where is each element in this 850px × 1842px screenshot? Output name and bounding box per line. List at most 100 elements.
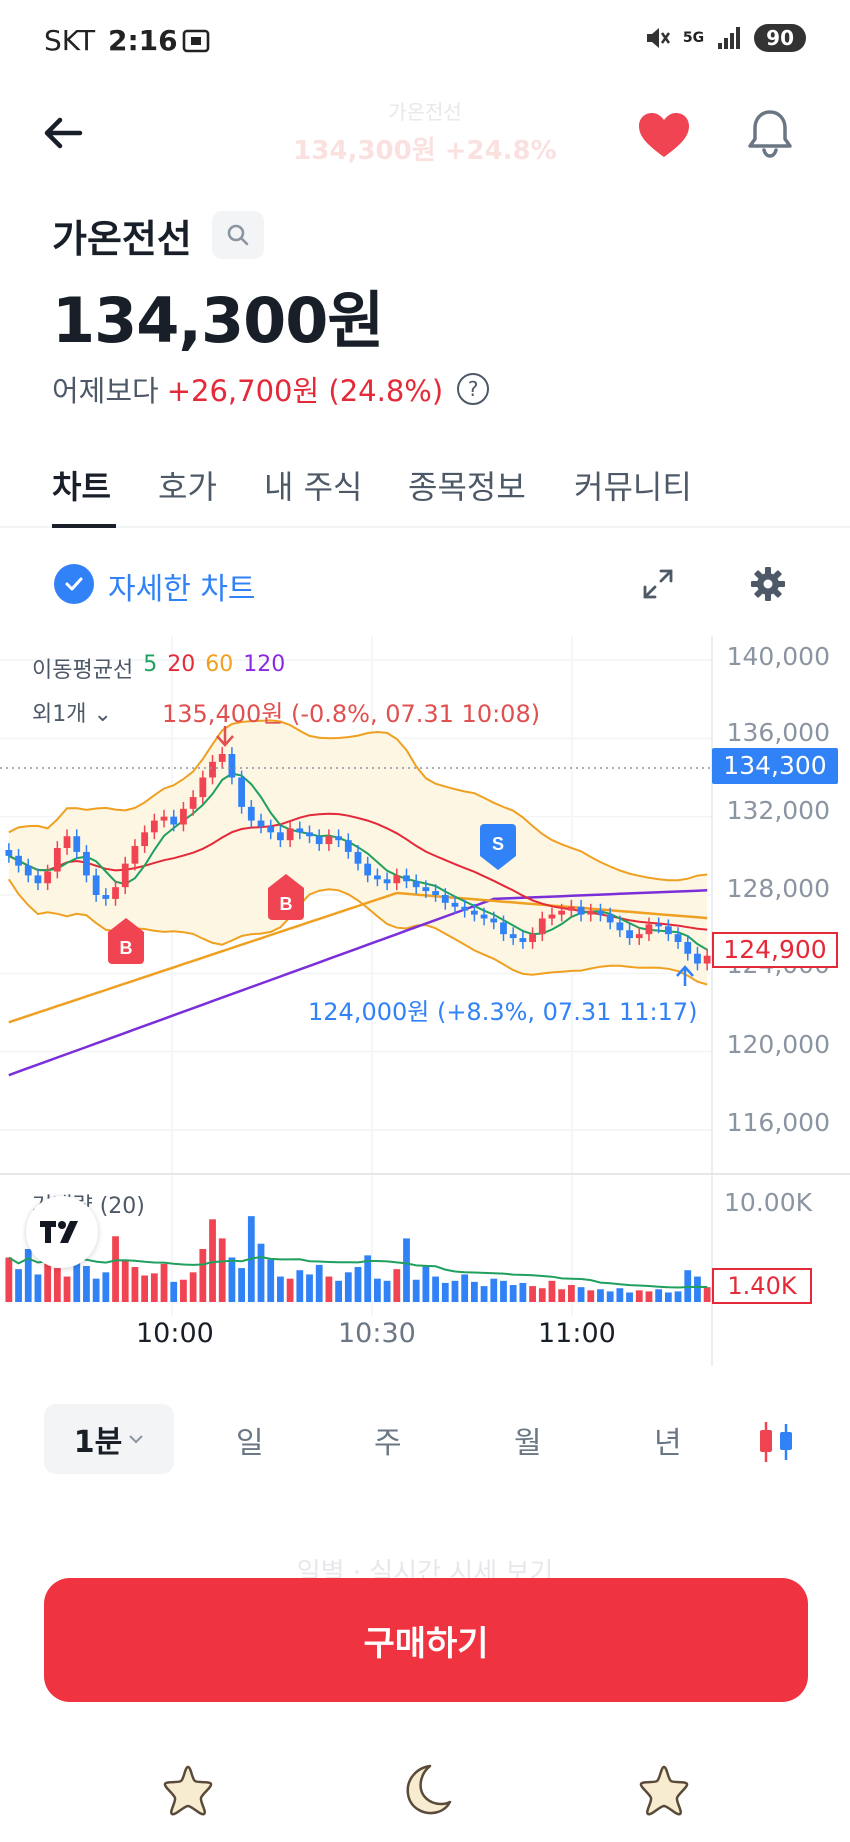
status-icons: 5G 90	[643, 24, 806, 52]
volume-bar	[645, 1291, 653, 1302]
detail-chart-label[interactable]: 자세한 차트	[108, 564, 256, 608]
candle-body	[63, 836, 71, 848]
x-tick-label: 10:00	[136, 1318, 214, 1349]
x-tick-label: 11:00	[538, 1318, 616, 1349]
volume-bar	[121, 1259, 129, 1302]
volume-bar	[141, 1275, 149, 1302]
stock-name: 가온전선	[52, 217, 192, 261]
candle-body	[160, 816, 168, 821]
price-change-row: 어제보다 +26,700원 (24.8%) ?	[52, 368, 490, 410]
moon-icon[interactable]	[396, 1762, 452, 1818]
period-year[interactable]: 년	[654, 1418, 682, 1462]
volume-bar	[548, 1280, 556, 1302]
volume-bar	[306, 1274, 313, 1302]
volume-bar	[24, 1249, 32, 1302]
candle-body	[247, 806, 255, 821]
buy-marker-label: B	[280, 894, 293, 914]
detail-chart-checkbox[interactable]	[54, 564, 94, 604]
last-price-tag: 124,900	[712, 932, 838, 968]
ma120-legend: 120	[243, 652, 286, 677]
indicator-more-dropdown[interactable]: 외1개 ⌄	[32, 696, 112, 728]
y-tick-label: 128,000	[726, 874, 830, 903]
star-icon[interactable]	[160, 1762, 216, 1818]
period-1min-dropdown[interactable]: 1분	[44, 1404, 174, 1474]
candle-body	[509, 934, 517, 939]
help-icon[interactable]: ?	[457, 373, 490, 405]
tab-chart[interactable]: 차트	[52, 462, 111, 508]
volume-bar	[92, 1278, 100, 1302]
volume-bar	[112, 1236, 119, 1302]
star-icon[interactable]	[636, 1762, 692, 1818]
volume-bar	[180, 1279, 187, 1302]
candle-body	[5, 849, 13, 856]
tradingview-logo[interactable]	[26, 1196, 98, 1268]
volume-bar	[15, 1269, 22, 1302]
candle-body	[335, 836, 342, 841]
stock-search-button[interactable]	[212, 211, 264, 259]
collapsed-title: 가온전선	[388, 100, 462, 124]
volume-bar	[558, 1289, 566, 1302]
stock-tabs: 차트 호가 내 주식 종목정보 커뮤니티	[0, 456, 850, 528]
tab-community[interactable]: 커뮤니티	[574, 462, 692, 508]
volume-bar	[432, 1276, 439, 1302]
volume-bar	[364, 1255, 372, 1302]
volume-bar	[131, 1267, 139, 1302]
period-month[interactable]: 월	[514, 1418, 542, 1462]
volume-bar	[606, 1291, 614, 1302]
volume-bar	[150, 1273, 158, 1302]
ma60-legend: 60	[205, 652, 234, 677]
volume-bar	[587, 1290, 595, 1302]
candle-body	[626, 930, 633, 939]
volume-bar	[218, 1238, 226, 1302]
tradingview-icon	[40, 1221, 78, 1243]
tab-my-stock[interactable]: 내 주식	[264, 462, 363, 508]
back-arrow-icon[interactable]	[38, 108, 88, 158]
status-bar: SKT 2:16 5G 90	[0, 0, 850, 80]
candle-body	[470, 910, 478, 915]
volume-bar	[296, 1270, 304, 1302]
volume-bar	[480, 1286, 488, 1302]
candle-body	[694, 953, 701, 964]
candle-body	[73, 836, 81, 852]
candle-body	[606, 914, 614, 923]
heart-icon[interactable]	[636, 108, 692, 164]
candle-body	[519, 938, 527, 942]
candle-body	[684, 942, 692, 954]
buy-button[interactable]: 구매하기	[44, 1578, 808, 1702]
volume-bar	[209, 1219, 216, 1302]
volume-bar	[703, 1287, 711, 1302]
candle-body	[538, 918, 546, 935]
volume-bar	[286, 1278, 294, 1302]
candle-body	[412, 881, 420, 888]
candle-body	[664, 926, 672, 935]
volume-bar	[567, 1285, 575, 1302]
candle-body	[529, 934, 536, 942]
candle-body	[635, 934, 643, 939]
volume-bar	[5, 1257, 13, 1302]
bell-icon[interactable]	[742, 106, 798, 162]
volume-bar	[238, 1268, 246, 1302]
ma-legend[interactable]: 이동평균선 5 20 60 120	[32, 652, 285, 684]
volume-bar	[529, 1286, 536, 1302]
volume-bar	[325, 1276, 333, 1302]
candle-body	[218, 754, 226, 762]
volume-bar	[451, 1280, 459, 1302]
tab-orderbook[interactable]: 호가	[158, 462, 217, 508]
tab-stock-info[interactable]: 종목정보	[408, 462, 526, 508]
candle-body	[121, 863, 129, 888]
period-week[interactable]: 주	[374, 1418, 402, 1462]
period-day[interactable]: 일	[236, 1418, 264, 1462]
collapsed-price: 134,300원 +24.8%	[293, 136, 557, 166]
gear-icon[interactable]	[748, 564, 788, 604]
expand-icon[interactable]	[640, 566, 676, 602]
candle-chart-icon[interactable]	[756, 1420, 796, 1464]
current-price-tag: 134,300	[712, 748, 838, 784]
indicator-more-label: 외1개	[32, 702, 87, 727]
candle-body	[228, 754, 236, 778]
volume-bar	[53, 1268, 61, 1302]
candle-body	[567, 906, 575, 911]
y-tick-label: 136,000	[726, 718, 830, 747]
candle-body	[53, 848, 61, 872]
volume-bar	[160, 1263, 168, 1302]
volume-bar	[538, 1288, 546, 1302]
